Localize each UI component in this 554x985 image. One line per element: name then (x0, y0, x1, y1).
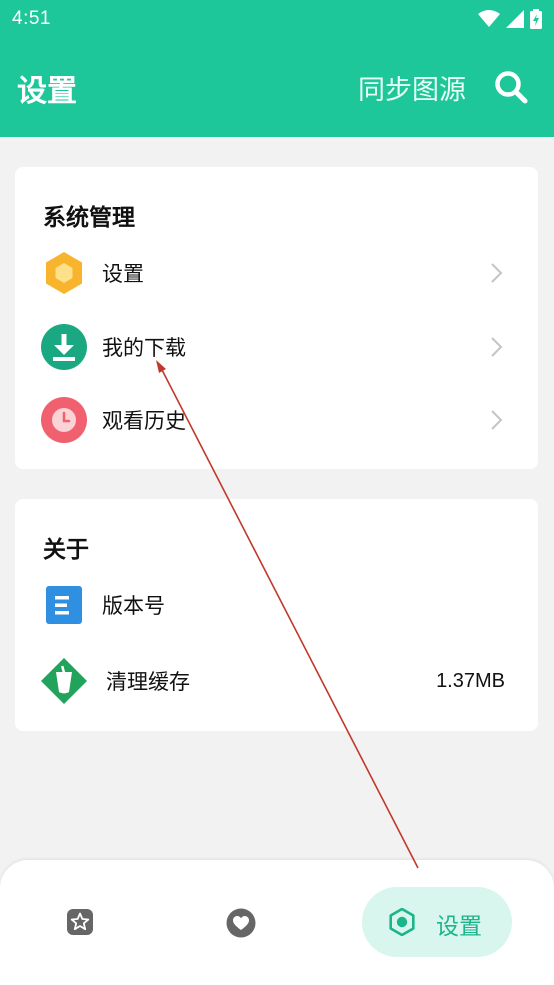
bottom-navigation: 设置 (0, 860, 554, 985)
clean-cache-icon (41, 658, 87, 704)
system-management-card: 系统管理 设置 我的下载 观看历史 (15, 167, 538, 469)
chevron-right-icon (491, 337, 503, 357)
gear-icon (389, 908, 415, 936)
heart-icon[interactable] (226, 908, 256, 938)
document-icon (46, 586, 82, 624)
wifi-icon (478, 10, 500, 27)
cache-size-value: 1.37MB (436, 669, 505, 692)
my-downloads-row[interactable]: 我的下载 (15, 317, 538, 377)
chevron-right-icon (491, 263, 503, 283)
section-title-about: 关于 (43, 537, 89, 563)
status-time: 4:51 (12, 8, 51, 29)
nav-settings-tab[interactable]: 设置 (362, 887, 512, 957)
sync-sources-button[interactable]: 同步图源 (358, 68, 466, 107)
annotation-arrow (156, 360, 419, 869)
nav-settings-label: 设置 (436, 914, 482, 940)
download-icon (41, 324, 87, 370)
my-downloads-label: 我的下载 (102, 336, 186, 360)
battery-icon (530, 9, 542, 29)
home-star-icon[interactable] (66, 908, 94, 936)
status-icons (478, 9, 542, 29)
page-title: 设置 (17, 74, 77, 109)
section-title-system: 系统管理 (43, 205, 135, 231)
hexagon-settings-icon (46, 252, 82, 294)
version-row[interactable]: 版本号 (15, 575, 538, 635)
clock-history-icon (41, 397, 87, 443)
settings-row-label: 设置 (102, 262, 144, 286)
clear-cache-label: 清理缓存 (106, 670, 190, 694)
watch-history-row[interactable]: 观看历史 (15, 390, 538, 450)
settings-row[interactable]: 设置 (15, 243, 538, 303)
about-card: 关于 版本号 清理缓存 1.37MB (15, 499, 538, 731)
signal-icon (506, 10, 524, 28)
watch-history-label: 观看历史 (102, 409, 186, 433)
status-bar: 4:51 (0, 0, 554, 38)
version-label: 版本号 (102, 594, 165, 618)
chevron-right-icon (491, 410, 503, 430)
search-icon[interactable] (494, 70, 528, 104)
clear-cache-row[interactable]: 清理缓存 1.37MB (15, 651, 538, 711)
app-bar: 设置 同步图源 (0, 38, 554, 137)
